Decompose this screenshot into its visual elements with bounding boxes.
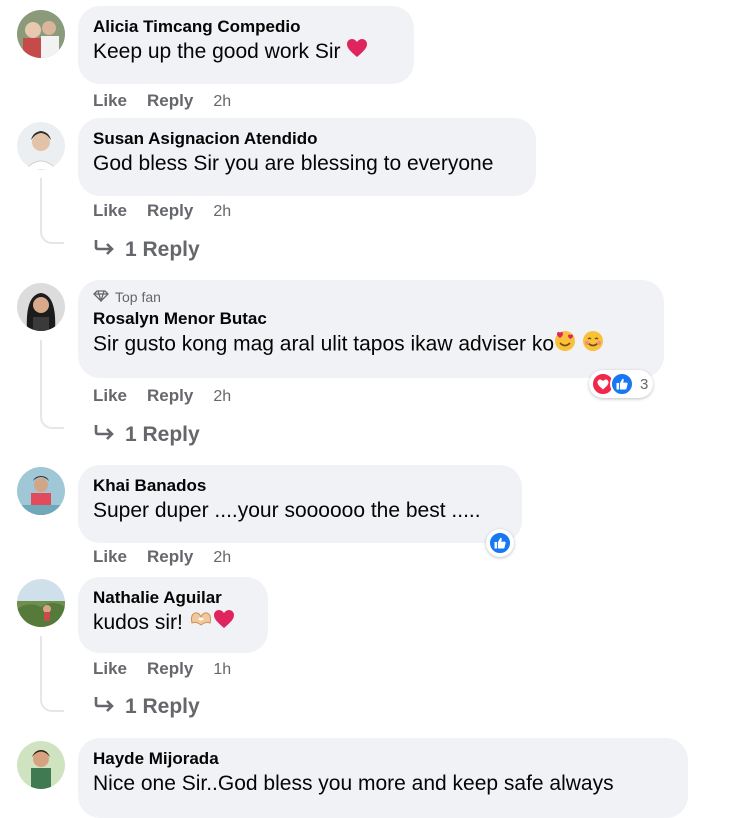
replies-count: 1 Reply — [125, 695, 200, 718]
diamond-icon — [93, 288, 109, 306]
commenter-name[interactable]: Rosalyn Menor Butac — [93, 308, 648, 330]
heart-emoji — [346, 38, 368, 66]
comment-text: Keep up the good work Sir — [93, 40, 341, 63]
like-button[interactable]: Like — [93, 91, 127, 111]
smiling-face-with-hearts-emoji — [554, 330, 576, 360]
comment-text: kudos sir! — [93, 611, 183, 634]
comment-text: Super duper ....your soooooo the best ..… — [93, 499, 481, 522]
like-reaction-icon — [488, 531, 512, 555]
thread-line — [40, 178, 64, 244]
reaction-count: 3 — [640, 375, 649, 393]
comment-text: Sir gusto kong mag aral ulit tapos ikaw … — [93, 332, 555, 356]
comment-bubble: Khai Banados Super duper ....your sooooo… — [78, 465, 522, 543]
replies-count: 1 Reply — [125, 238, 200, 261]
reply-button[interactable]: Reply — [147, 201, 193, 221]
reply-button[interactable]: Reply — [147, 547, 193, 567]
commenter-name[interactable]: Nathalie Aguilar — [93, 587, 252, 609]
comment-actions: Like Reply 1h — [93, 659, 231, 679]
comment-bubble: Hayde Mijorada Nice one Sir..God bless y… — [78, 738, 688, 818]
avatar[interactable] — [17, 122, 65, 170]
avatar[interactable] — [17, 10, 65, 58]
comment-text: God bless Sir you are blessing to everyo… — [93, 152, 494, 175]
timestamp[interactable]: 2h — [213, 203, 231, 221]
avatar[interactable] — [17, 283, 65, 331]
commenter-name[interactable]: Alicia Timcang Compedio — [93, 16, 398, 38]
thread-line — [40, 340, 64, 429]
top-fan-badge: Top fan — [93, 288, 648, 306]
comment-text-line: Sir gusto kong mag aral ulit tapos ikaw … — [93, 330, 648, 360]
comment-actions: Like Reply 2h — [93, 547, 231, 567]
like-button[interactable]: Like — [93, 386, 127, 406]
reply-button[interactable]: Reply — [147, 386, 193, 406]
comment-bubble: Nathalie Aguilar kudos sir! — [78, 577, 268, 653]
comment-bubble: Top fan Rosalyn Menor Butac Sir gusto ko… — [78, 280, 664, 378]
reply-button[interactable]: Reply — [147, 659, 193, 679]
comment-text-line: kudos sir! — [93, 609, 252, 637]
timestamp[interactable]: 2h — [213, 549, 231, 567]
blushing-face-emoji — [582, 330, 604, 360]
heart-hands-emoji — [189, 609, 213, 637]
comment-bubble: Susan Asignacion Atendido God bless Sir … — [78, 118, 536, 196]
avatar[interactable] — [17, 579, 65, 627]
comment-bubble: Alicia Timcang Compedio Keep up the good… — [78, 6, 414, 84]
reply-arrow-icon — [93, 238, 115, 262]
top-fan-label: Top fan — [115, 289, 161, 305]
timestamp[interactable]: 1h — [213, 661, 231, 679]
view-replies-link[interactable]: 1 Reply — [93, 695, 200, 719]
like-button[interactable]: Like — [93, 201, 127, 221]
reply-button[interactable]: Reply — [147, 91, 193, 111]
like-button[interactable]: Like — [93, 659, 127, 679]
reply-arrow-icon — [93, 695, 115, 719]
reaction-summary[interactable] — [486, 529, 514, 557]
reaction-summary[interactable]: 3 — [589, 370, 654, 398]
commenter-name[interactable]: Khai Banados — [93, 475, 506, 497]
view-replies-link[interactable]: 1 Reply — [93, 423, 200, 447]
comment-actions: Like Reply 2h — [93, 386, 231, 406]
avatar[interactable] — [17, 467, 65, 515]
like-button[interactable]: Like — [93, 547, 127, 567]
commenter-name[interactable]: Hayde Mijorada — [93, 748, 672, 770]
comment-text: Nice one Sir..God bless you more and kee… — [93, 772, 614, 795]
avatar[interactable] — [17, 741, 65, 789]
heart-emoji — [213, 609, 235, 637]
timestamp[interactable]: 2h — [213, 93, 231, 111]
comment-text-line: Keep up the good work Sir — [93, 38, 398, 66]
thread-line — [40, 636, 64, 712]
timestamp[interactable]: 2h — [213, 388, 231, 406]
comment-actions: Like Reply 2h — [93, 201, 231, 221]
commenter-name[interactable]: Susan Asignacion Atendido — [93, 128, 520, 150]
like-reaction-icon — [610, 372, 634, 396]
comment-actions: Like Reply 2h — [93, 91, 231, 111]
view-replies-link[interactable]: 1 Reply — [93, 238, 200, 262]
replies-count: 1 Reply — [125, 423, 200, 446]
reply-arrow-icon — [93, 423, 115, 447]
